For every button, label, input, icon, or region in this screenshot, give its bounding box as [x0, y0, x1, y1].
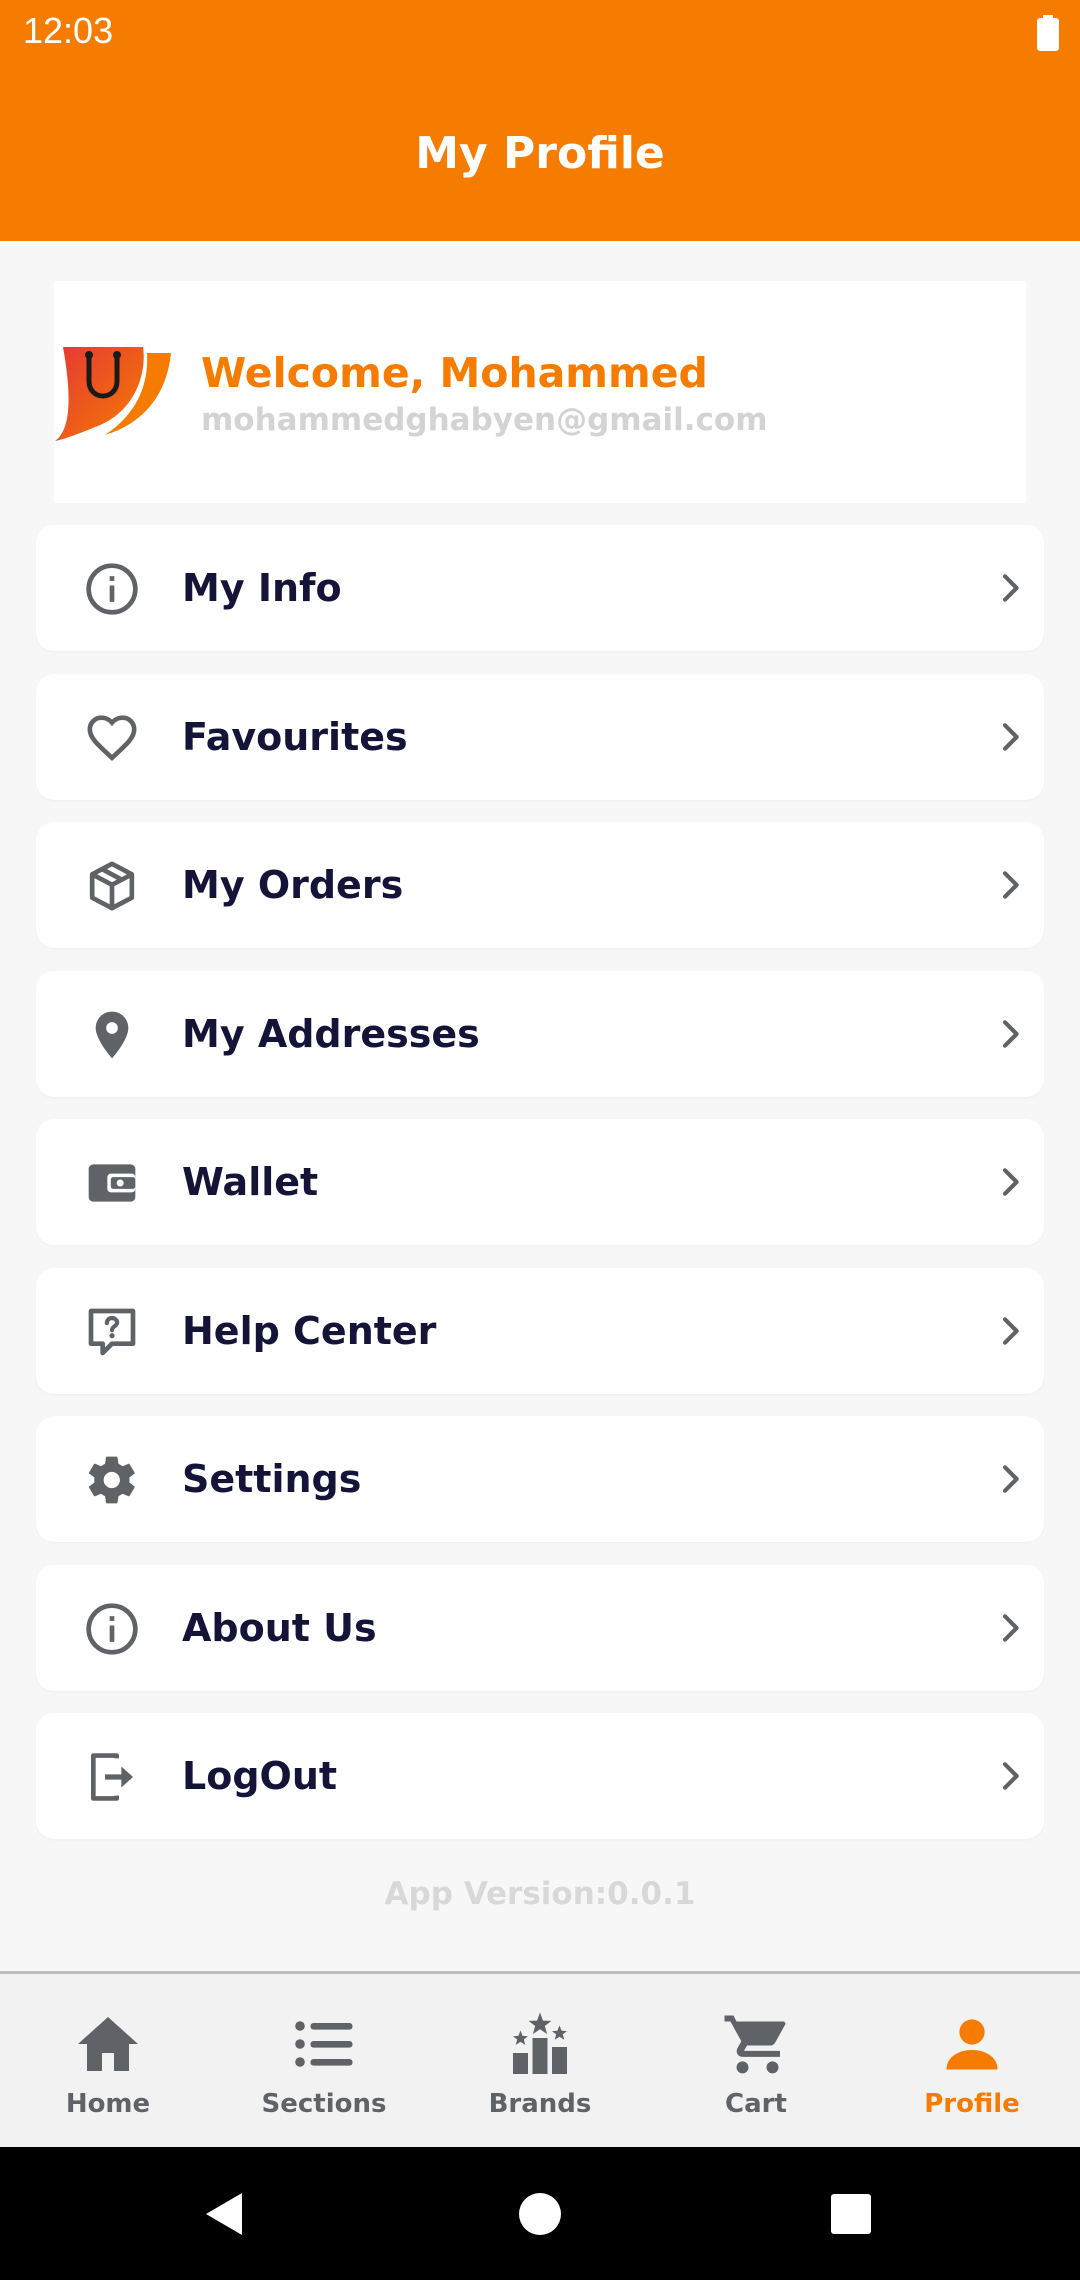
status-bar: 12:03	[0, 0, 1080, 66]
menu-item-label: About Us	[182, 1605, 377, 1650]
battery-icon	[1037, 15, 1059, 51]
chevron-right-icon	[1002, 871, 1019, 899]
box-icon	[89, 861, 135, 911]
chevron-right-icon	[1002, 722, 1019, 751]
gear-icon	[88, 1456, 135, 1504]
profile-menu: My Info Favourites My Orders My Addresse…	[36, 525, 1044, 1862]
menu-item-settings[interactable]: Settings	[36, 1416, 1044, 1542]
logout-icon	[91, 1753, 133, 1801]
menu-item-label: My Addresses	[182, 1011, 480, 1056]
bottom-nav: Home Sections Brands Cart Profile	[0, 1971, 1080, 2147]
recents-icon[interactable]	[824, 2187, 878, 2241]
app-version: App Version:0.0.1	[384, 1876, 696, 1912]
nav-label: Profile	[924, 2089, 1020, 2119]
app-logo	[55, 347, 171, 441]
chevron-right-icon	[1002, 1762, 1019, 1790]
home-icon	[78, 2017, 138, 2071]
menu-item-label: LogOut	[182, 1754, 338, 1798]
list-icon	[295, 2021, 353, 2067]
nav-label: Cart	[725, 2089, 787, 2119]
menu-item-label: My Info	[182, 566, 342, 610]
nav-label: Sections	[261, 2089, 387, 2119]
menu-item-my-addresses[interactable]: My Addresses	[36, 970, 1044, 1097]
menu-item-favourites[interactable]: Favourites	[36, 673, 1044, 800]
chevron-right-icon	[1002, 1316, 1019, 1345]
menu-item-label: Settings	[182, 1457, 362, 1501]
chevron-right-icon	[1002, 1465, 1019, 1493]
info-icon	[86, 563, 138, 615]
menu-item-label: Favourites	[182, 714, 408, 759]
nav-cart[interactable]: Cart	[648, 1974, 864, 2147]
menu-item-about-us[interactable]: About Us	[36, 1564, 1044, 1691]
welcome-text: Welcome, Mohammed	[201, 349, 708, 397]
nav-label: Brands	[488, 2089, 592, 2119]
location-pin-icon	[95, 1011, 129, 1058]
nav-brands[interactable]: Brands	[432, 1974, 648, 2147]
cart-icon	[724, 2015, 786, 2074]
chevron-right-icon	[1002, 1613, 1019, 1642]
menu-item-label: Wallet	[182, 1160, 319, 1204]
menu-item-my-orders[interactable]: My Orders	[36, 822, 1044, 948]
user-email: mohammedghabyen@gmail.com	[201, 402, 768, 438]
menu-item-help-center[interactable]: Help Center	[36, 1267, 1044, 1394]
nav-home[interactable]: Home	[0, 1974, 216, 2147]
welcome-card: Welcome, Mohammed mohammedghabyen@gmail.…	[54, 281, 1026, 503]
app-bar: My Profile	[0, 66, 1080, 241]
chevron-right-icon	[1002, 574, 1019, 602]
chevron-right-icon	[1002, 1168, 1019, 1196]
help-icon	[88, 1308, 136, 1355]
nav-profile[interactable]: Profile	[864, 1974, 1080, 2147]
info-icon	[86, 1602, 138, 1655]
menu-item-label: My Orders	[182, 863, 404, 907]
nav-label: Home	[65, 2089, 151, 2119]
menu-item-logout[interactable]: LogOut	[36, 1713, 1044, 1839]
wallet-icon	[88, 1164, 136, 1202]
back-icon[interactable]	[198, 2187, 252, 2241]
home-circle-icon[interactable]	[513, 2187, 567, 2241]
menu-item-my-info[interactable]: My Info	[36, 525, 1044, 651]
page-title: My Profile	[415, 128, 665, 179]
menu-item-wallet[interactable]: Wallet	[36, 1119, 1044, 1245]
status-time: 12:03	[23, 10, 114, 51]
nav-sections[interactable]: Sections	[216, 1974, 432, 2147]
system-nav-bar	[0, 2147, 1080, 2280]
chevron-right-icon	[1002, 1019, 1019, 1048]
person-icon	[946, 2019, 998, 2070]
heart-icon	[87, 714, 137, 761]
brands-icon	[513, 2012, 567, 2074]
menu-item-label: Help Center	[182, 1308, 437, 1353]
